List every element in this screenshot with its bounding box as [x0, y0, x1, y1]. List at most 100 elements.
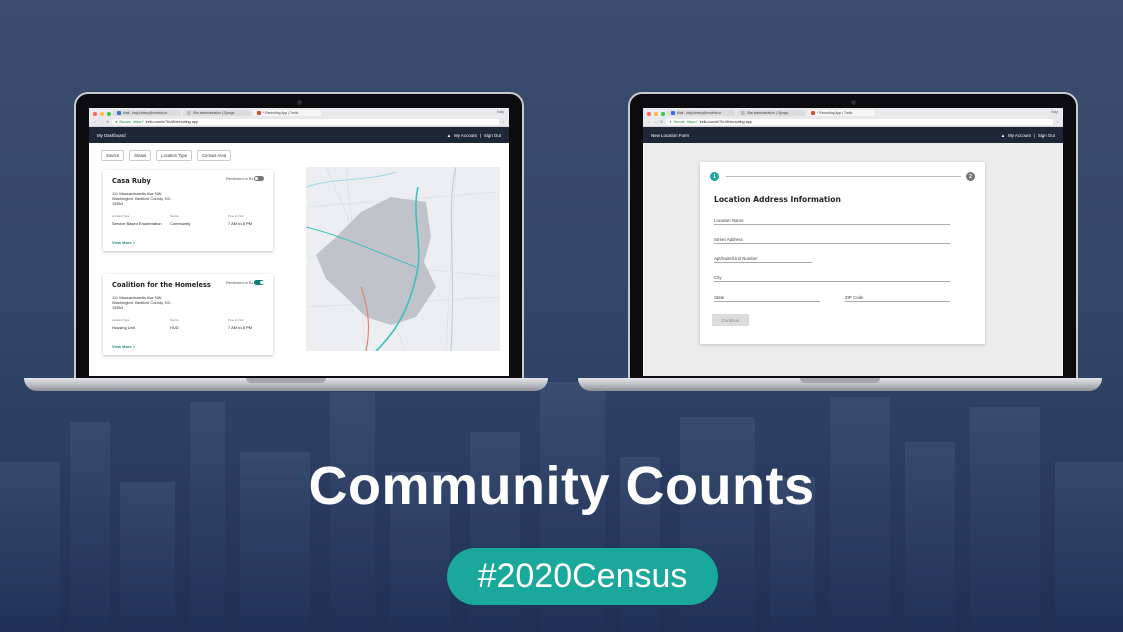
page-icon — [741, 111, 745, 115]
laptop-notch — [246, 378, 326, 383]
back-icon[interactable]: ← — [93, 120, 97, 124]
location-form-card: 1 2 Location Address Information Locatio… — [700, 162, 985, 344]
browser-user[interactable]: Katy — [1051, 110, 1058, 114]
mail-icon — [671, 111, 675, 115]
location-card: Coalition for the Homeless Reviewed in B… — [103, 274, 273, 355]
filter-status-button[interactable]: Status — [129, 150, 152, 161]
window-controls[interactable] — [93, 112, 111, 116]
sign-out-link[interactable]: Sign Out — [484, 133, 501, 138]
step-1-indicator: 1 — [710, 172, 719, 181]
source-value: Community — [170, 221, 191, 226]
time-value: 7 AM to 8 PM — [228, 325, 253, 330]
map-view[interactable] — [306, 167, 500, 351]
browser-chrome: Mail - katy.kinsey@excella.co Site admin… — [643, 108, 1063, 127]
city-field[interactable]: City — [714, 275, 950, 282]
reviewed-in-blq: Reviewed in BLQ — [226, 176, 264, 181]
time-label: Time to Visit — [228, 214, 244, 218]
dashboard-screen: Mail - katy.kinsey@excella.co Site admin… — [89, 108, 509, 376]
laptop-bezel: Mail - katy.kinsey@excella.co Site admin… — [74, 92, 524, 380]
nav-title[interactable]: New Location Form — [651, 133, 689, 138]
location-name-field[interactable]: Location Name — [714, 218, 950, 225]
browser-chrome: Mail - katy.kinsey@excella.co Site admin… — [89, 108, 509, 127]
maximize-dot[interactable] — [661, 112, 665, 116]
browser-tab-django[interactable]: Site administration | Django — [183, 110, 251, 116]
filter-source-button[interactable]: Source — [101, 150, 125, 161]
source-value: HUD — [170, 325, 179, 330]
browser-tab-trello[interactable]: * Recruiting App | Trello — [253, 110, 321, 116]
filter-census-area-button[interactable]: Census Area — [197, 150, 232, 161]
location-type-value: Housing Unit — [112, 325, 135, 330]
bookmark-star-icon[interactable]: ☆ — [502, 120, 505, 124]
nav-title[interactable]: My Dashboard — [97, 133, 126, 138]
my-account-link[interactable]: My Account — [454, 133, 477, 138]
continue-button[interactable]: Continue — [712, 314, 749, 326]
left-laptop: Mail - katy.kinsey@excella.co Site admin… — [24, 92, 548, 392]
webcam — [851, 100, 856, 105]
user-icon: ▲ — [1000, 132, 1006, 138]
browser-tab-trello[interactable]: * Recruiting App | Trello — [807, 110, 875, 116]
reviewed-toggle[interactable] — [254, 280, 264, 285]
bookmark-star-icon[interactable]: ☆ — [1056, 120, 1059, 124]
view-more-link[interactable]: View More > — [112, 344, 135, 349]
app-navbar: My Dashboard ▲ My Account | Sign Out — [89, 127, 509, 143]
browser-tab-mail[interactable]: Mail - katy.kinsey@excella.co — [667, 110, 735, 116]
forward-icon[interactable]: → — [100, 120, 104, 124]
source-label: Source — [170, 214, 179, 218]
location-type-label: Location Type — [112, 318, 130, 322]
form-screen: Mail - katy.kinsey@excella.co Site admin… — [643, 108, 1063, 376]
form-title: Location Address Information — [714, 195, 841, 204]
source-label: Source — [170, 318, 179, 322]
back-icon[interactable]: ← — [647, 120, 651, 124]
state-field[interactable]: State — [714, 295, 820, 302]
laptop-notch — [800, 378, 880, 383]
zip-code-field[interactable]: ZIP Code — [845, 295, 950, 302]
time-label: Time to Visit — [228, 318, 244, 322]
laptop-bezel: Mail - katy.kinsey@excella.co Site admin… — [628, 92, 1078, 380]
nav-separator: | — [1033, 132, 1035, 138]
window-controls[interactable] — [647, 112, 665, 116]
sign-out-link[interactable]: Sign Out — [1038, 133, 1055, 138]
maximize-dot[interactable] — [107, 112, 111, 116]
page-icon — [187, 111, 191, 115]
reviewed-toggle[interactable] — [254, 176, 264, 181]
lock-icon: ● — [115, 119, 118, 124]
reviewed-in-blq: Reviewed in BLQ — [226, 280, 264, 285]
hashtag-badge: #2020Census — [447, 548, 718, 605]
minimize-dot[interactable] — [654, 112, 658, 116]
right-laptop: Mail - katy.kinsey@excella.co Site admin… — [578, 92, 1102, 392]
browser-tab-mail[interactable]: Mail - katy.kinsey@excella.co — [113, 110, 181, 116]
minimize-dot[interactable] — [100, 112, 104, 116]
location-type-label: Location Type — [112, 214, 130, 218]
close-dot[interactable] — [647, 112, 651, 116]
trello-icon — [811, 111, 815, 115]
trello-icon — [257, 111, 261, 115]
app-navbar: New Location Form ▲ My Account | Sign Ou… — [643, 127, 1063, 143]
reload-icon[interactable]: ↻ — [660, 120, 663, 124]
location-address: 111 Massachusetts Ave NW Washington, Bed… — [112, 295, 172, 310]
close-dot[interactable] — [93, 112, 97, 116]
forward-icon[interactable]: → — [654, 120, 658, 124]
map-canvas[interactable] — [306, 167, 500, 351]
time-value: 7 AM to 8 PM — [228, 221, 253, 226]
nav-separator: | — [479, 132, 481, 138]
headline-title: Community Counts — [308, 456, 815, 516]
location-address: 111 Massachusetts Ave NW Washington, Bed… — [112, 191, 172, 206]
location-type-value: Service Based Enumeration — [112, 221, 162, 226]
street-address-field[interactable]: Street Address — [714, 237, 950, 244]
location-card: Casa Ruby Reviewed in BLQ 111 Massachuse… — [103, 170, 273, 251]
reload-icon[interactable]: ↻ — [106, 120, 109, 124]
filter-location-type-button[interactable]: Location Type — [156, 150, 193, 161]
view-more-link[interactable]: View More > — [112, 240, 135, 245]
my-account-link[interactable]: My Account — [1008, 133, 1031, 138]
browser-tab-django[interactable]: Site administration | Django — [737, 110, 805, 116]
user-icon: ▲ — [446, 132, 452, 138]
step-2-indicator: 2 — [966, 172, 975, 181]
browser-user[interactable]: Katy — [497, 110, 504, 114]
apt-suite-field[interactable]: Apt/Suite/Unit Number — [714, 256, 812, 263]
address-bar[interactable]: ● Secure https://trello.com/b/7hUt9/recr… — [112, 118, 499, 125]
filter-bar: Source Status Location Type Census Area — [101, 150, 232, 161]
mail-icon — [117, 111, 121, 115]
step-progress-line — [726, 176, 961, 177]
address-bar[interactable]: ● Secure https://trello.com/b/7hUt9/recr… — [666, 118, 1053, 125]
webcam — [297, 100, 302, 105]
